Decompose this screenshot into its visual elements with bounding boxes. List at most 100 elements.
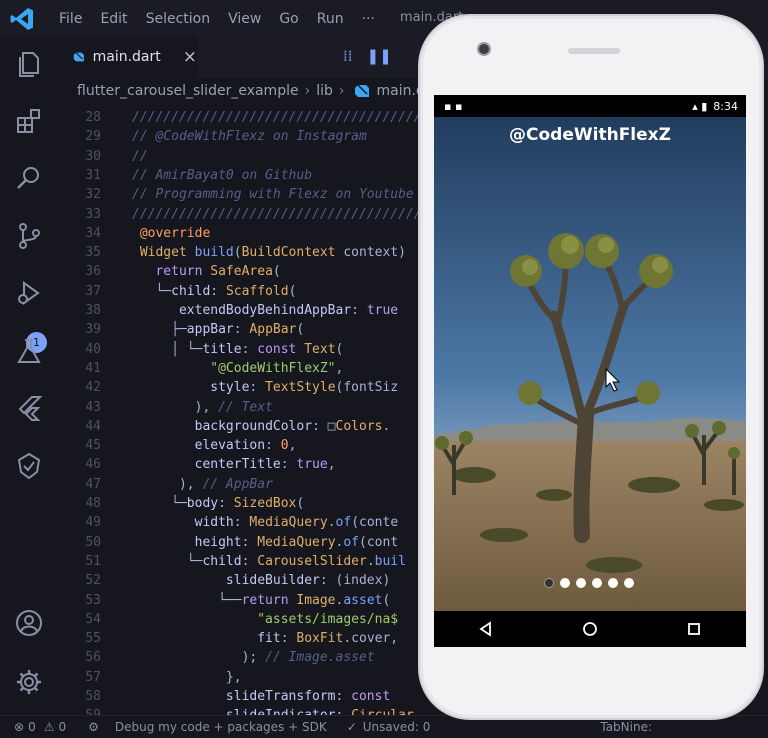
drag-handle-icon[interactable]: ⁞⁞ (343, 47, 353, 65)
code-text: elevation: 0, (132, 436, 297, 455)
code-token: . (382, 418, 391, 434)
code-token: // AppBar (202, 476, 273, 492)
close-icon[interactable]: × (183, 47, 197, 67)
carousel-slide-image[interactable] (434, 95, 746, 611)
flutter-icon[interactable] (14, 393, 44, 423)
code-token: extendBodyBehindAppBar (178, 303, 352, 318)
debug-status-icon[interactable]: ⚙ (88, 720, 99, 734)
line-number: 37 (85, 283, 101, 299)
activity-bar: 1 (0, 37, 57, 715)
account-icon[interactable] (14, 608, 44, 638)
code-token: ( (233, 245, 242, 261)
code-token: , (288, 438, 297, 454)
code-token: : (210, 283, 226, 299)
carousel-dot[interactable] (544, 578, 554, 588)
menu-item[interactable]: Run (308, 11, 353, 27)
code-token: CarouselSlider (257, 553, 367, 569)
menu-item[interactable]: View (219, 11, 270, 27)
code-token: BoxFit (296, 631, 344, 647)
code-token: appBar (186, 322, 234, 338)
code-token: : (335, 689, 352, 704)
code-text: fit: BoxFit.cover, (132, 629, 398, 648)
unsaved-count[interactable]: Unsaved: 0 (363, 720, 431, 734)
phone-screen[interactable]: ▪ ▪ ▴ ▮ 8:34 @CodeWithFlexZ (434, 95, 746, 647)
warning-icon[interactable]: ⚠ (44, 720, 55, 734)
debug-toolbar: ⁞⁞ ❚❚ (343, 47, 392, 65)
code-token: const (351, 689, 391, 704)
line-number: 29 (85, 129, 101, 145)
shield-check-icon[interactable] (14, 451, 44, 481)
explorer-icon[interactable] (14, 49, 44, 79)
status-time: 8:34 (713, 99, 738, 113)
carousel-dot[interactable] (560, 578, 570, 588)
breadcrumb-folder[interactable]: lib (316, 83, 333, 99)
code-text: ), // Text (132, 398, 273, 417)
speaker-grille (568, 48, 620, 54)
carousel-dot[interactable] (624, 578, 634, 588)
carousel-indicator[interactable] (544, 578, 634, 588)
breadcrumb-project[interactable]: flutter_carousel_slider_example (77, 83, 299, 99)
code-token: child (202, 553, 242, 569)
run-debug-icon[interactable] (14, 278, 44, 308)
menu-item[interactable]: File (50, 11, 91, 27)
line-number: 53 (85, 592, 101, 608)
error-icon[interactable]: ⊗ (14, 720, 24, 734)
warning-count[interactable]: 0 (58, 720, 66, 734)
carousel-dot[interactable] (608, 578, 618, 588)
code-token: Widget (132, 245, 195, 261)
code-token: body (186, 496, 219, 511)
line-number: 54 (85, 611, 101, 627)
line-number: 56 (85, 650, 101, 666)
code-text: ├─appBar: AppBar( (132, 320, 304, 339)
code-token: : (241, 534, 258, 550)
error-count[interactable]: 0 (28, 720, 36, 734)
code-token: : (351, 303, 367, 318)
dart-file-icon (73, 51, 84, 61)
line-number: 57 (85, 669, 101, 685)
code-token: of (335, 515, 352, 531)
code-token: Scaffold (225, 283, 289, 299)
menu-item[interactable]: Selection (137, 11, 220, 27)
tabnine-status[interactable]: TabNine: (600, 720, 652, 734)
menu-item[interactable]: ··· (353, 11, 384, 27)
search-icon[interactable] (14, 163, 44, 193)
carousel-dot[interactable] (576, 578, 586, 588)
code-token: // (132, 148, 148, 164)
code-token: └─ (132, 283, 172, 299)
carousel-dot[interactable] (592, 578, 602, 588)
code-token: , (327, 457, 336, 473)
code-token: ), (132, 399, 219, 415)
menu-item[interactable]: Go (270, 11, 307, 27)
pause-icon[interactable]: ❚❚ (367, 47, 392, 65)
line-number: 48 (85, 496, 101, 511)
gear-icon[interactable] (14, 667, 44, 697)
code-token: : (233, 515, 250, 531)
tab-main-dart[interactable]: main.dart × (57, 37, 197, 78)
extensions-icon[interactable] (14, 106, 44, 136)
line-number: 28 (85, 110, 101, 125)
back-icon[interactable] (477, 620, 495, 638)
code-token: │ └─ (132, 341, 203, 357)
android-nav-bar (434, 611, 746, 647)
code-token: : (265, 438, 281, 454)
debug-config[interactable]: Debug my code + packages + SDK (115, 720, 327, 734)
recents-icon[interactable] (685, 620, 703, 638)
line-number: 33 (85, 206, 101, 222)
testing-flask-icon[interactable] (14, 336, 44, 366)
menu-item[interactable]: Edit (91, 11, 136, 27)
home-icon[interactable] (581, 620, 599, 638)
code-token: buil (374, 553, 406, 569)
line-number: 43 (85, 399, 101, 415)
code-token: Image (296, 592, 336, 608)
code-token: └─ (132, 496, 187, 511)
code-token: SizedBox (233, 496, 297, 511)
code-token: : □ (312, 418, 336, 434)
code-text: "assets/images/na$ (132, 610, 398, 629)
source-control-icon[interactable] (14, 221, 44, 251)
android-status-bar: ▪ ▪ ▴ ▮ 8:34 (434, 95, 746, 117)
code-text: └─child: Scaffold( (132, 282, 296, 301)
